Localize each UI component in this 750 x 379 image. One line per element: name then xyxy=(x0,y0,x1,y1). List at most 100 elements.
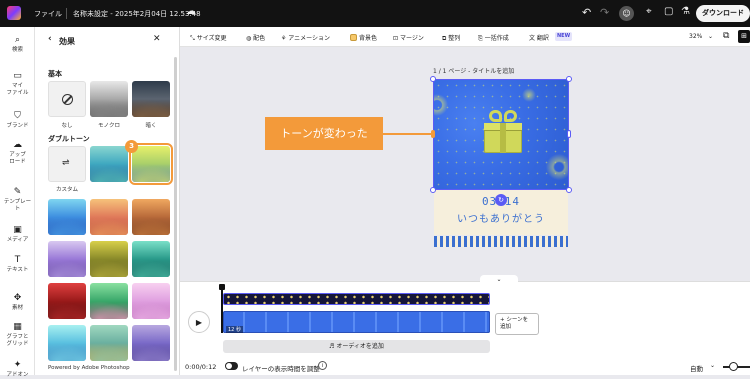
page-label[interactable]: 1 / 1 ページ - タイトルを追加 xyxy=(433,66,514,75)
rail-brand[interactable]: ⛉ ブランド xyxy=(0,111,35,130)
search-icon: ⌕ xyxy=(14,35,21,45)
rail-media[interactable]: ▣ メディア xyxy=(0,225,35,244)
close-icon[interactable]: ✕ xyxy=(153,34,161,44)
play-button[interactable]: ▶ xyxy=(188,311,210,333)
effect-label: カスタム xyxy=(55,187,78,193)
resize-handle-br[interactable] xyxy=(566,187,572,193)
effect-label: なし xyxy=(61,123,73,129)
auto-dropdown-icon[interactable]: ⌄ xyxy=(710,362,715,369)
effect-monochrome[interactable] xyxy=(90,81,128,117)
video-track[interactable] xyxy=(223,311,490,333)
background-color-icon xyxy=(350,34,357,41)
duotone-heading: ダブルトーン xyxy=(48,135,90,143)
duotone-green-pink[interactable] xyxy=(90,283,128,319)
callout-connector xyxy=(383,133,433,135)
info-icon[interactable]: i xyxy=(318,361,327,370)
resize-handle-r[interactable] xyxy=(567,130,571,138)
rail-elements[interactable]: ✥ 素材 xyxy=(0,293,35,312)
duotone-red-black[interactable] xyxy=(48,283,86,319)
duotone-sky-blue[interactable] xyxy=(48,199,86,235)
profile-icon[interactable]: ☺ xyxy=(619,6,634,21)
rail-grids[interactable]: ▦ グラフと グリッド xyxy=(0,322,35,348)
template-icon: ✎ xyxy=(13,187,22,197)
rail-upload[interactable]: ☁ アップ ロード xyxy=(0,140,35,166)
divider xyxy=(66,8,67,19)
duotone-yellow-blue-selected[interactable] xyxy=(129,143,173,185)
rotate-handle-icon[interactable]: ↻ xyxy=(495,194,507,206)
rail-text[interactable]: T テキスト xyxy=(0,255,35,274)
auto-zoom-select[interactable]: 自動 xyxy=(690,363,703,373)
layer-timing-toggle[interactable] xyxy=(225,362,238,370)
rail-label: ブランド xyxy=(6,123,29,129)
duotone-olive-yellow[interactable] xyxy=(90,241,128,277)
timeline-zoom-knob[interactable] xyxy=(729,362,738,371)
zoom-level[interactable]: 32% xyxy=(689,33,702,40)
resize-handle-tl[interactable] xyxy=(430,76,436,82)
rail-my-files[interactable]: ▭ マイ ファイル xyxy=(0,71,35,97)
new-badge: NEW xyxy=(555,32,573,41)
effect-none[interactable] xyxy=(48,81,86,117)
redo-icon[interactable]: ↷ xyxy=(600,6,609,19)
grid-icon: ▦ xyxy=(13,322,22,332)
duotone-blue-green[interactable] xyxy=(90,146,128,182)
resize-handle-bl[interactable] xyxy=(430,187,436,193)
cloud-sync-icon[interactable]: ☁ xyxy=(186,6,196,17)
duotone-amber-brown[interactable] xyxy=(132,199,170,235)
rail-label: メディア xyxy=(6,237,29,243)
collapse-tab[interactable]: ⌄ xyxy=(480,275,518,284)
panel-title: 効果 xyxy=(59,37,75,46)
translate-button[interactable]: 文 翻訳 xyxy=(529,33,549,42)
color-button[interactable]: ◍ 配色 xyxy=(246,33,265,42)
upload-icon: ☁ xyxy=(13,140,22,150)
panel-scrollbar[interactable] xyxy=(174,57,177,371)
duotone-peach-red[interactable] xyxy=(90,199,128,235)
clip-duration: 12 秒 xyxy=(226,326,243,333)
basic-heading: 基本 xyxy=(48,70,62,78)
add-scene-button[interactable]: + シーンを 追加 xyxy=(495,313,539,335)
message-text[interactable]: いつもありがとう xyxy=(434,210,568,225)
brand-icon: ⛉ xyxy=(14,111,21,121)
flask-icon[interactable]: ⚗ xyxy=(681,6,690,17)
time-readout: 0:00/0:12 xyxy=(185,363,217,371)
back-icon[interactable]: ‹ xyxy=(48,34,52,44)
no-effect-icon xyxy=(62,94,73,105)
effect-dark[interactable] xyxy=(132,81,170,117)
margin-button[interactable]: ⊡ マージン xyxy=(393,33,424,42)
resize-label: サイズ変更 xyxy=(196,35,227,42)
effect-custom[interactable]: ⇌ xyxy=(48,146,86,182)
playhead-knob[interactable] xyxy=(219,284,225,290)
duotone-violet[interactable] xyxy=(132,325,170,361)
download-button[interactable]: ダウンロード xyxy=(696,5,750,22)
duotone-aqua[interactable] xyxy=(48,325,86,361)
comment-icon[interactable]: ▢ xyxy=(664,6,673,17)
duotone-lavender[interactable] xyxy=(48,241,86,277)
duplicate-page-icon[interactable]: ⧉ xyxy=(723,31,729,41)
callout-box: トーンが変わった xyxy=(265,117,383,150)
undo-icon[interactable]: ↶ xyxy=(582,6,591,19)
rail-addons[interactable]: ✦ アドオン xyxy=(0,360,35,379)
top-bar: ファイル 名称未設定 - 2025年2月04日 12.53.48 ☁ ↶ ↷ ☺… xyxy=(0,0,750,27)
file-menu[interactable]: ファイル xyxy=(34,9,62,19)
step-badge: 3 xyxy=(125,140,138,153)
rail-templates[interactable]: ✎ テンプレー ト xyxy=(0,187,35,213)
document-title[interactable]: 名称未設定 - 2025年2月04日 12.53.48 xyxy=(73,9,201,19)
addon-icon: ✦ xyxy=(13,360,22,370)
bulk-create-button[interactable]: ⎘ 一括作成 xyxy=(478,33,509,43)
duotone-teal[interactable] xyxy=(132,241,170,277)
grid-toggle-icon[interactable]: ⊞ xyxy=(738,30,750,43)
arrange-button[interactable]: ⧉ 整列 xyxy=(442,33,460,43)
background-button[interactable]: 背景色 xyxy=(350,33,377,42)
zoom-dropdown-icon[interactable]: ⌄ xyxy=(708,33,713,40)
rail-search[interactable]: ⌕ 検索 xyxy=(0,35,35,54)
app-logo[interactable] xyxy=(7,6,21,20)
add-audio-button[interactable]: ♬ オーディオを追加 xyxy=(223,340,490,353)
rail-label: マイ ファイル xyxy=(6,83,29,96)
duotone-pink[interactable] xyxy=(132,283,170,319)
resize-handle-tr[interactable] xyxy=(566,76,572,82)
location-icon[interactable]: ⌖ xyxy=(646,6,652,17)
duotone-teal-gold[interactable] xyxy=(90,325,128,361)
rail-label: テキスト xyxy=(6,267,29,273)
animation-button[interactable]: ⚘ アニメーション xyxy=(281,33,330,42)
animation-track[interactable] xyxy=(223,293,490,305)
resize-button[interactable]: ⤡ サイズ変更 xyxy=(190,33,227,43)
